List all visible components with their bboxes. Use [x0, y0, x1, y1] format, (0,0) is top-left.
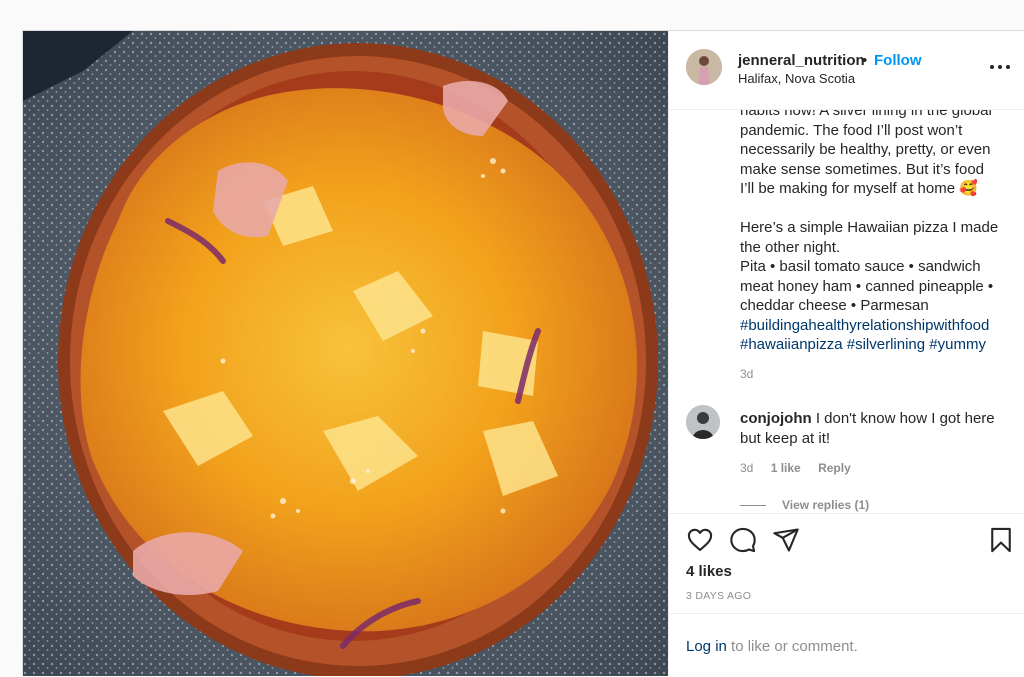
caption-line: Here’s a simple Hawaiian pizza I made: [740, 219, 999, 236]
comment-likes[interactable]: 1 like: [771, 461, 801, 475]
bookmark-icon[interactable]: [987, 526, 1015, 554]
heart-icon[interactable]: [686, 526, 714, 554]
caption-line: make sense sometimes. But it’s food: [740, 160, 984, 178]
view-replies-button[interactable]: View replies (1): [782, 498, 869, 512]
commenter-avatar[interactable]: [686, 405, 720, 439]
header-separator: •: [862, 52, 868, 69]
caption-line: pandemic. The food I’ll post won’t: [740, 121, 963, 139]
reply-button[interactable]: Reply: [818, 461, 851, 475]
follow-button[interactable]: Follow: [874, 52, 922, 69]
login-prompt-text: Log in to like or comment.: [686, 638, 858, 655]
post-photo[interactable]: [23, 31, 668, 676]
post-caption: habits now! A silver lining in the globa…: [740, 109, 1002, 355]
hashtag-link[interactable]: #yummy: [929, 336, 986, 353]
comment-timestamp[interactable]: 3d: [740, 461, 753, 475]
commenter-username[interactable]: conjojohn: [740, 410, 812, 427]
caption-line: habits now! A silver lining in the globa…: [740, 109, 992, 119]
caption-timestamp[interactable]: 3d: [740, 367, 753, 381]
share-icon[interactable]: [772, 526, 800, 554]
author-username[interactable]: jenneral_nutrition: [738, 52, 865, 69]
view-replies-divider: [740, 505, 766, 506]
post-side-panel: jenneral_nutrition • Follow Halifax, Nov…: [668, 31, 1024, 677]
post-actions: 4 likes 3 DAYS AGO: [669, 513, 1024, 614]
caption-line: necessarily be healthy, pretty, or even: [740, 141, 991, 158]
caption-line: the other night.: [740, 238, 841, 256]
caption-line: meat honey ham • canned pineapple •: [740, 277, 994, 295]
comment-meta: 3d 1 like Reply: [740, 461, 865, 475]
comment-text: conjojohn I don't know how I got here bu…: [740, 409, 1002, 448]
likes-count[interactable]: 4 likes: [686, 563, 732, 580]
caption-line: cheddar cheese • Parmesan: [740, 297, 929, 314]
hashtag-link[interactable]: #hawaiianpizza: [740, 336, 843, 353]
comment-icon[interactable]: [729, 526, 757, 554]
login-link[interactable]: Log in: [686, 638, 727, 655]
pizza-photo-illustration: [23, 31, 668, 676]
caption-line: Pita • basil tomato sauce • sandwich: [740, 258, 981, 275]
hashtag-link[interactable]: #buildingahealthyrelationshipwithfood: [740, 317, 989, 334]
comments-section[interactable]: habits now! A silver lining in the globa…: [669, 109, 1024, 513]
post-location[interactable]: Halifax, Nova Scotia: [738, 71, 855, 86]
hashtag-link[interactable]: #silverlining: [847, 336, 925, 353]
caption-line: I’ll be making for myself at home 🥰: [740, 180, 978, 197]
author-avatar[interactable]: [686, 49, 722, 85]
login-prompt-rest: to like or comment.: [726, 638, 858, 655]
post-container: jenneral_nutrition • Follow Halifax, Nov…: [22, 30, 1024, 677]
post-timestamp[interactable]: 3 DAYS AGO: [686, 590, 751, 602]
login-prompt: Log in to like or comment.: [669, 613, 1024, 677]
post-header: jenneral_nutrition • Follow Halifax, Nov…: [669, 31, 1024, 110]
more-horizontal-icon[interactable]: [988, 59, 1012, 75]
